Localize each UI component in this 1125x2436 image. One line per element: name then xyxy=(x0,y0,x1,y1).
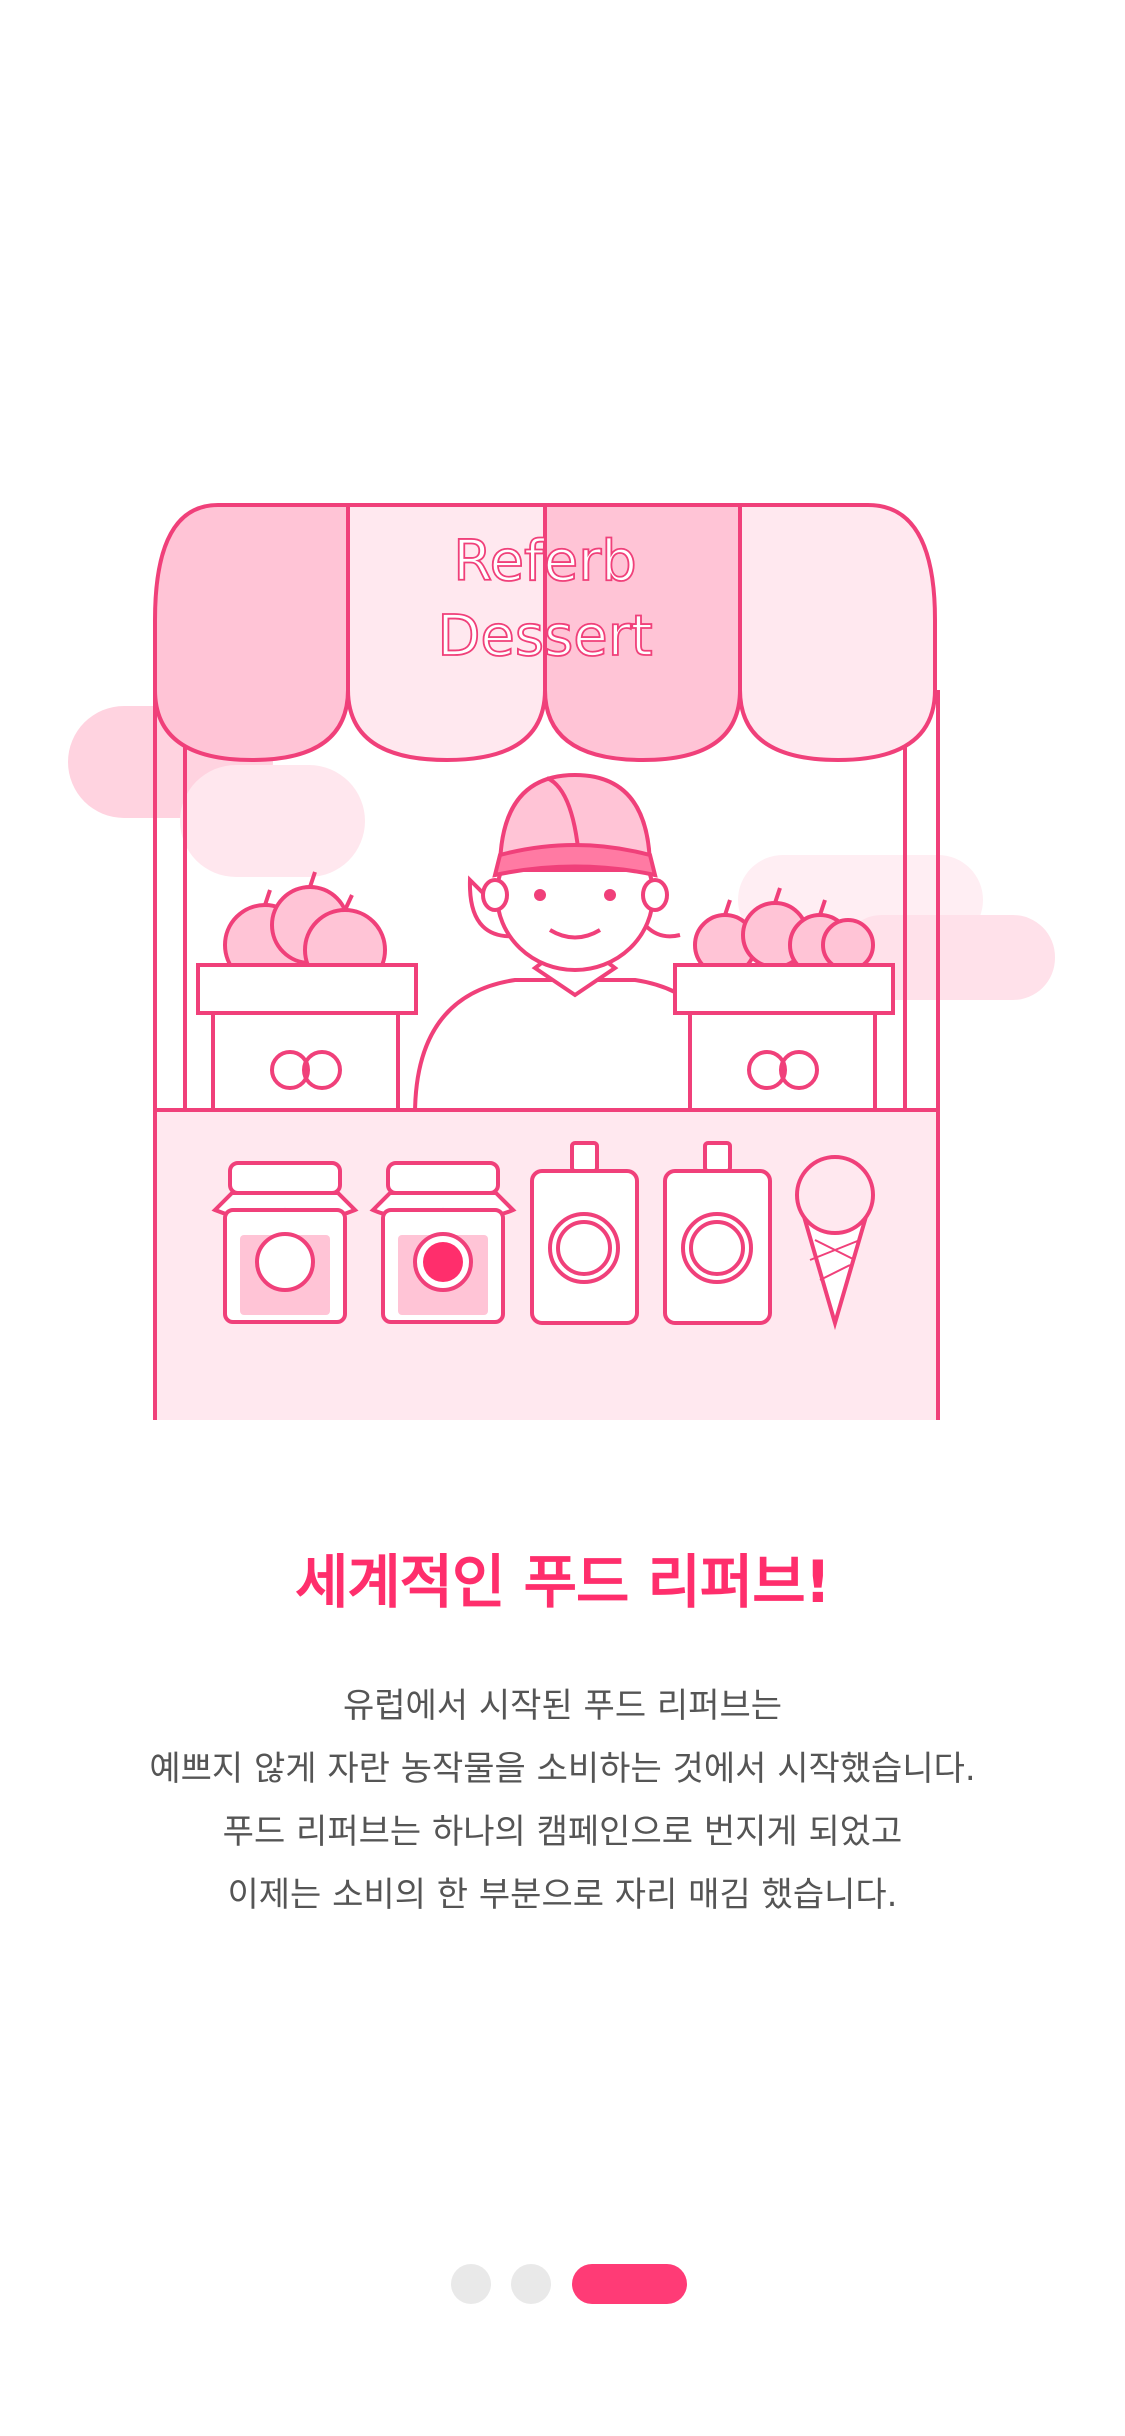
awning: Referb Dessert xyxy=(153,503,937,763)
juice-pouch-2 xyxy=(663,1141,772,1325)
jam-jar-2 xyxy=(369,1161,517,1324)
onboarding-description: 유럽에서 시작된 푸드 리퍼브는 예쁘지 않게 자란 농작물을 소비하는 것에서… xyxy=(0,1675,1125,1927)
jam-jar-1 xyxy=(211,1161,359,1324)
onboarding-title: 세계적인 푸드 리퍼브! xyxy=(294,1548,831,1616)
description-line: 푸드 리퍼브는 하나의 캠페인으로 번지게 되었고 xyxy=(222,1812,903,1852)
awning-text-dessert: Dessert xyxy=(437,604,652,669)
description-line: 유럽에서 시작된 푸드 리퍼브는 xyxy=(342,1686,783,1726)
page-dot-2[interactable] xyxy=(511,2264,551,2304)
page-dot-1[interactable] xyxy=(451,2264,491,2304)
page-indicator xyxy=(0,2264,1125,2304)
vendor-character xyxy=(412,772,738,1117)
juice-pouch-1 xyxy=(530,1141,639,1325)
awning-text-referb: Referb xyxy=(453,529,637,594)
description-line: 이제는 소비의 한 부분으로 자리 매김 했습니다. xyxy=(227,1875,898,1915)
apple-crate-left xyxy=(196,871,418,1130)
apple-crate-right xyxy=(673,887,895,1130)
description-line: 예쁘지 않게 자란 농작물을 소비하는 것에서 시작했습니다. xyxy=(149,1749,976,1789)
dessert-stand-illustration: Referb Dessert xyxy=(0,0,1125,1500)
page-dot-active[interactable] xyxy=(572,2264,687,2304)
